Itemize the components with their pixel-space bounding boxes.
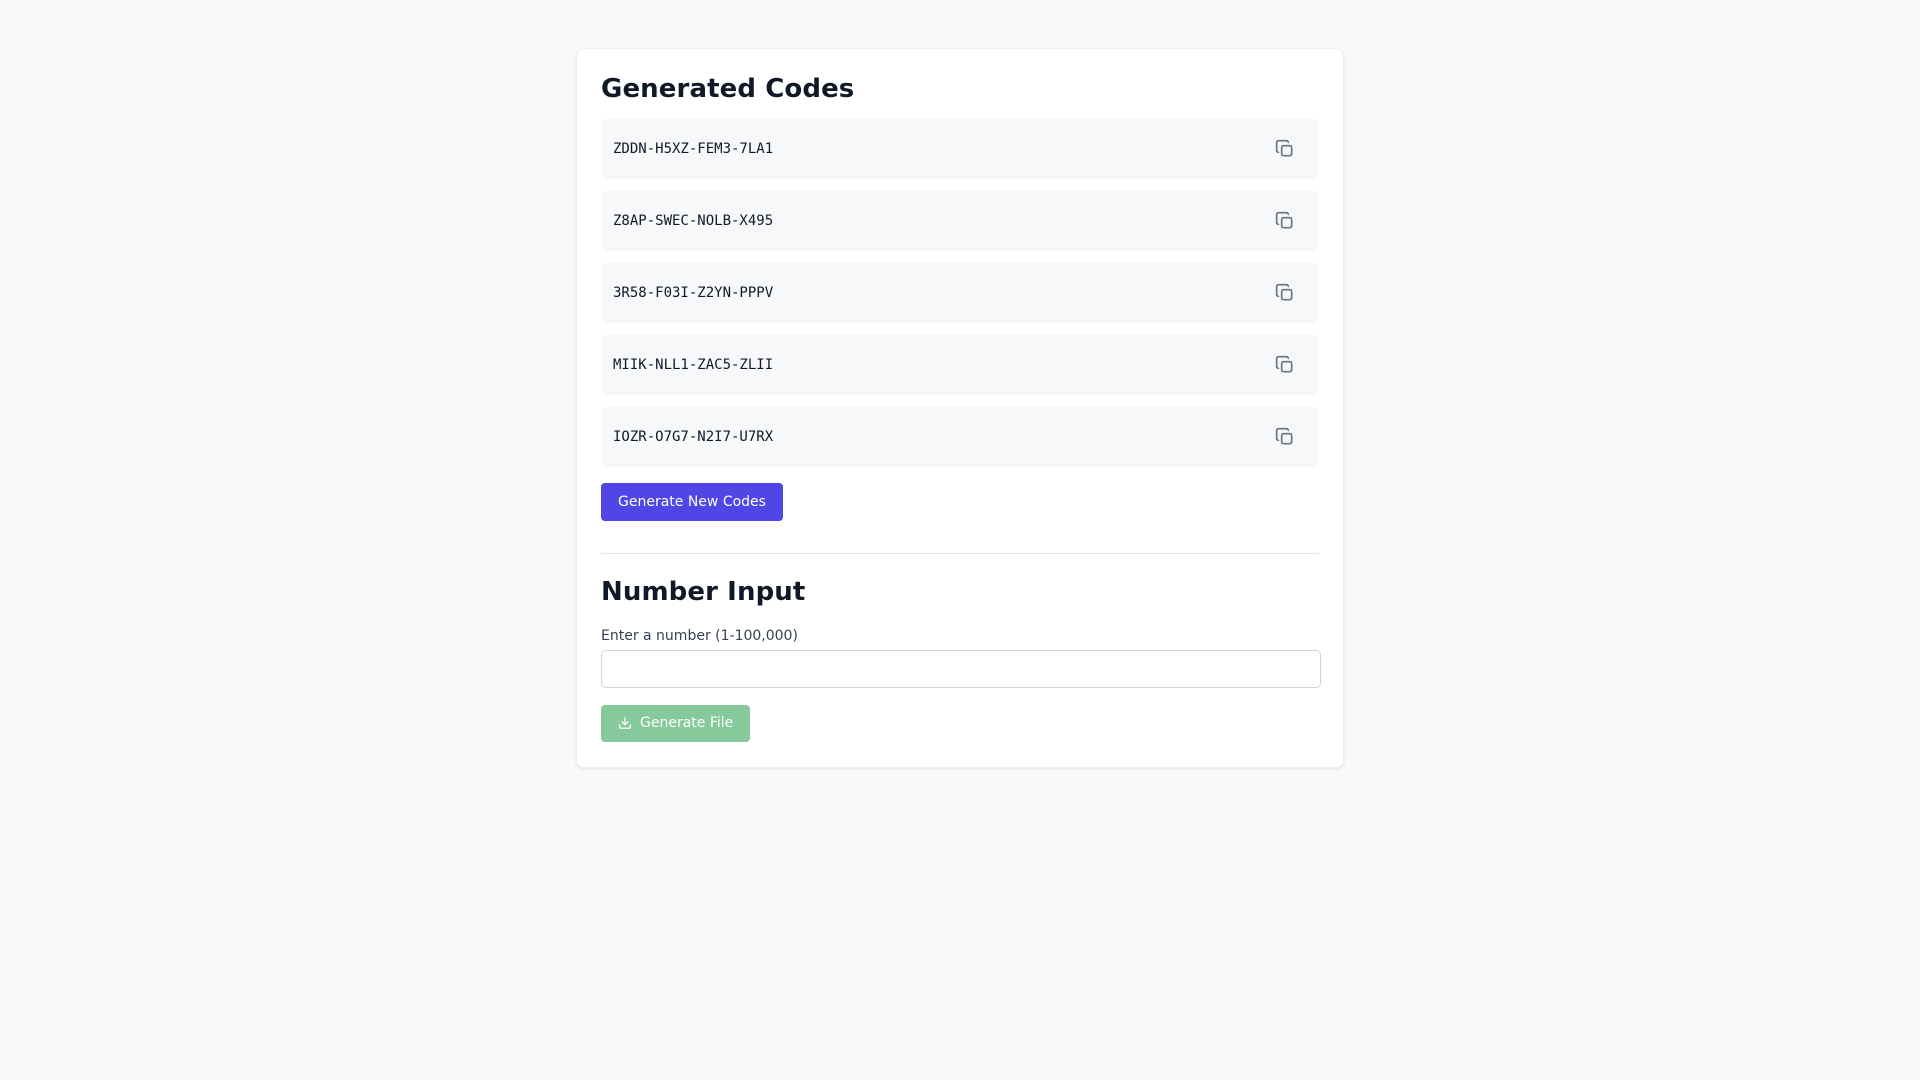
copy-icon — [1275, 139, 1293, 157]
code-text: Z8AP-SWEC-NOLB-X495 — [613, 212, 774, 229]
copy-button[interactable] — [1269, 205, 1301, 237]
copy-button[interactable] — [1269, 349, 1301, 381]
code-row: 3R58-F03I-Z2YN-PPPV — [601, 262, 1319, 323]
number-input[interactable] — [601, 649, 1321, 688]
generated-codes-title: Generated Codes — [601, 74, 855, 104]
code-text: IOZR-O7G7-N2I7-U7RX — [613, 428, 774, 445]
code-row: Z8AP-SWEC-NOLB-X495 — [601, 190, 1319, 251]
code-row: ZDDN-H5XZ-FEM3-7LA1 — [601, 118, 1319, 179]
copy-button[interactable] — [1269, 133, 1301, 165]
main-card: Generated Codes ZDDN-H5XZ-FEM3-7LA1 Z8AP… — [576, 48, 1344, 768]
generate-file-button[interactable]: Generate File — [601, 704, 751, 742]
number-input-title: Number Input — [601, 576, 806, 607]
copy-icon — [1275, 283, 1293, 301]
download-icon — [619, 717, 631, 729]
generate-file-label: Generate File — [640, 715, 734, 732]
copy-button[interactable] — [1269, 277, 1301, 309]
copy-button[interactable] — [1269, 421, 1301, 453]
number-input-label: Enter a number (1-100,000) — [601, 627, 798, 644]
generate-new-codes-button[interactable]: Generate New Codes — [601, 482, 783, 521]
copy-icon — [1275, 427, 1293, 445]
code-text: ZDDN-H5XZ-FEM3-7LA1 — [613, 140, 774, 157]
codes-list: ZDDN-H5XZ-FEM3-7LA1 Z8AP-SWEC-NOLB-X495 … — [601, 118, 1319, 467]
code-row: MIIK-NLL1-ZAC5-ZLII — [601, 334, 1319, 395]
copy-icon — [1275, 211, 1293, 229]
code-row: IOZR-O7G7-N2I7-U7RX — [601, 406, 1319, 467]
code-text: 3R58-F03I-Z2YN-PPPV — [613, 284, 774, 301]
copy-icon — [1275, 355, 1293, 373]
section-divider — [601, 552, 1319, 554]
code-text: MIIK-NLL1-ZAC5-ZLII — [613, 356, 774, 373]
